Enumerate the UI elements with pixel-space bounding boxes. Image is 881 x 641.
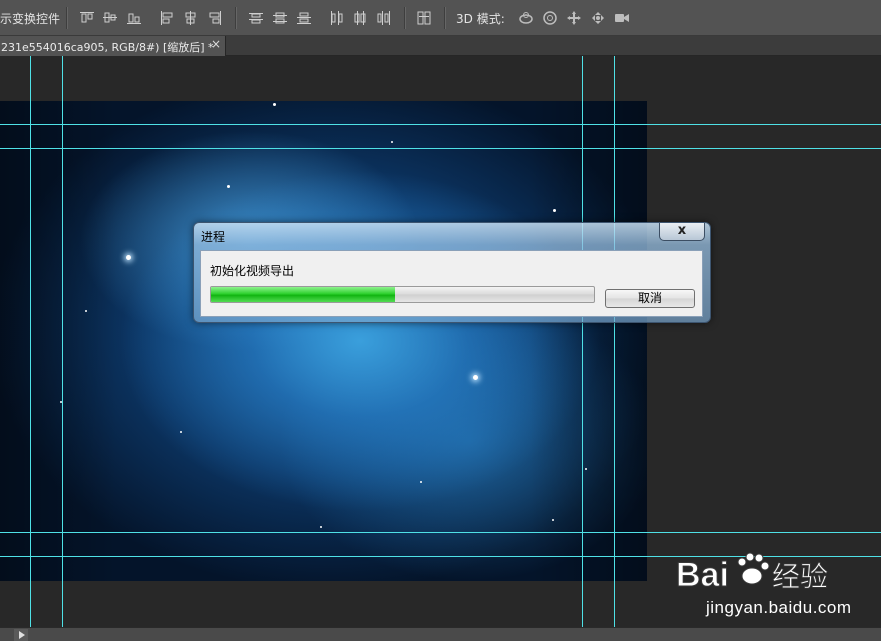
canvas-image [0,101,647,581]
progress-bar-fill [211,287,395,302]
toolbar-separator [404,7,406,29]
toolbar-separator [235,7,237,29]
horizontal-guide[interactable] [0,532,881,533]
dialog-title: 进程 [201,230,226,244]
distribute-bottom-icon[interactable] [296,10,312,26]
star [552,519,554,521]
align-vertical-centers-icon[interactable] [102,10,118,26]
document-tab[interactable]: 231e554016ca905, RGB/8#) [缩放后] * × [0,36,226,56]
progress-bar [210,286,595,303]
slide-3d-icon[interactable] [590,10,606,26]
horizontal-guide[interactable] [0,124,881,125]
progress-message: 初始化视频导出 [210,264,295,278]
document-tab-strip: 231e554016ca905, RGB/8#) [缩放后] * × [0,36,881,56]
distribute-left-icon[interactable] [328,10,344,26]
auto-align-layers-icon[interactable] [416,10,432,26]
scale-3d-icon[interactable] [614,10,630,26]
toolbar-separator [66,7,68,29]
align-bottom-edges-icon[interactable] [126,10,142,26]
dialog-close-button[interactable]: x [659,223,705,241]
vertical-guide[interactable] [582,56,583,627]
star [126,255,131,260]
progress-dialog: 进程 x 初始化视频导出 取消 [193,222,711,323]
align-right-edges-icon[interactable] [207,10,223,26]
watermark-url: jingyan.baidu.com [706,598,852,617]
status-bar [0,627,881,641]
options-bar: 示变换控件 3D 模式: [0,0,881,36]
status-menu-arrow-icon[interactable] [14,629,28,641]
show-transform-controls-label[interactable]: 示变换控件 [0,10,60,27]
workspace [0,56,881,627]
distribute-hcenter-icon[interactable] [352,10,368,26]
align-left-edges-icon[interactable] [159,10,175,26]
dialog-body: 初始化视频导出 取消 [200,250,703,317]
star [227,185,230,188]
rotate-3d-icon[interactable] [518,10,534,26]
svg-text:Bai: Bai [676,556,729,594]
star [473,375,478,380]
star [585,468,587,470]
roll-3d-icon[interactable] [542,10,558,26]
document-tab-title: 231e554016ca905, RGB/8#) [缩放后] * [1,41,214,54]
vertical-guide[interactable] [62,56,63,627]
star [391,141,393,143]
cancel-button[interactable]: 取消 [605,289,695,308]
vertical-guide[interactable] [614,56,615,627]
horizontal-guide[interactable] [0,148,881,149]
svg-text:经验: 经验 [772,560,828,593]
align-horizontal-centers-icon[interactable] [183,10,199,26]
star [180,431,182,433]
toolbar-separator [444,7,446,29]
distribute-right-icon[interactable] [376,10,392,26]
drag-3d-icon[interactable] [566,10,582,26]
align-top-edges-icon[interactable] [79,10,95,26]
distribute-vcenter-icon[interactable] [272,10,288,26]
star [320,526,322,528]
close-icon[interactable]: × [211,37,221,51]
star [553,209,556,212]
distribute-top-icon[interactable] [248,10,264,26]
vertical-guide[interactable] [30,56,31,627]
3d-mode-label: 3D 模式: [456,12,505,26]
star [273,103,276,106]
star [85,310,87,312]
star [420,481,422,483]
